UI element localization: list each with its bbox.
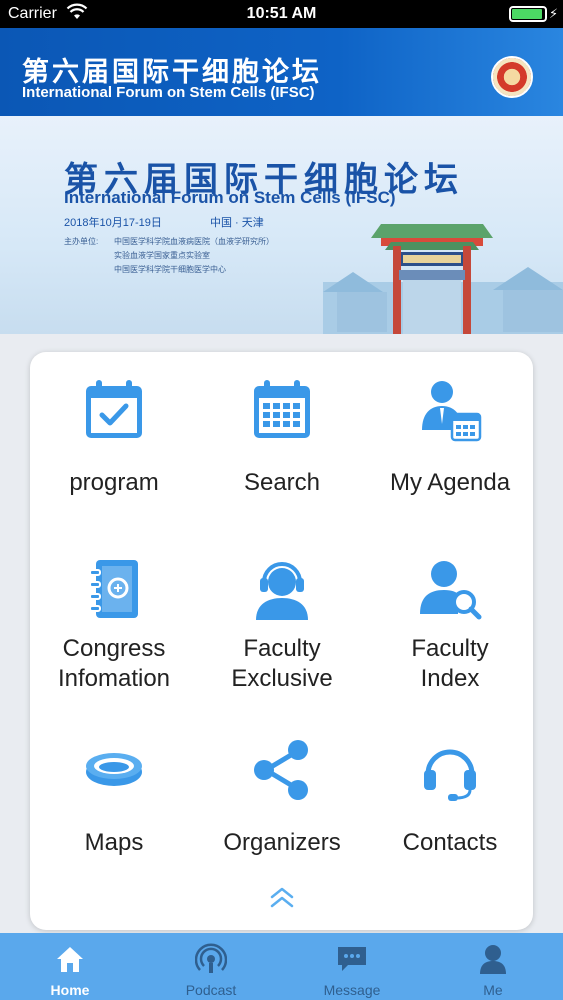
share-icon (254, 740, 308, 800)
menu-item-label: program (69, 469, 159, 496)
menu-item-label: Contacts (402, 829, 498, 856)
stadium-icon (86, 753, 142, 786)
menu-item-label: Organizers (223, 829, 341, 856)
podcast-icon (195, 943, 227, 973)
menu-item-congress-information[interactable]: Congress Infomation (30, 558, 198, 694)
menu-item-contacts[interactable]: Contacts (366, 738, 534, 858)
headset-person-icon (256, 562, 308, 620)
calendar-check-icon (86, 380, 142, 438)
menu-item-label: Infomation (57, 665, 171, 692)
forum-banner: 第六届国际干细胞论坛 International Forum on Stem C… (0, 116, 563, 334)
tab-label: Message (323, 982, 381, 998)
banner-place: 中国 · 天津 (210, 217, 264, 229)
institute-emblem-icon (491, 56, 533, 98)
menu-card: program Search My Agenda Congress Infoma… (30, 352, 533, 930)
menu-item-label: Index (420, 665, 480, 692)
banner-organizers-label: 主办单位: (64, 237, 99, 246)
banner-organizer: 中国医学科学院血液病医院（血液学研究所） (114, 237, 274, 246)
menu-item-program[interactable]: program (30, 378, 198, 498)
menu-item-label: Maps (84, 829, 144, 856)
banner-organizer: 中国医学科学院干细胞医学中心 (114, 265, 226, 274)
tab-message[interactable]: Message (302, 933, 402, 1000)
menu-item-label: Faculty (411, 635, 489, 662)
menu-item-maps[interactable]: Maps (30, 738, 198, 858)
app-header: 第六届国际干细胞论坛 International Forum on Stem C… (0, 28, 563, 116)
user-icon (480, 945, 506, 974)
message-icon (338, 947, 366, 971)
headphones-icon (424, 749, 476, 801)
chevron-up-icon[interactable] (267, 884, 297, 910)
person-search-icon (420, 561, 482, 620)
menu-item-label: Exclusive (231, 665, 333, 692)
menu-item-my-agenda[interactable]: My Agenda (366, 378, 534, 498)
menu-item-label: My Agenda (389, 469, 511, 496)
banner-title-en: International Forum on Stem Cells (IFSC) (64, 188, 396, 207)
tab-podcast[interactable]: Podcast (161, 933, 261, 1000)
tab-bar: Home Podcast Message Me (0, 933, 563, 1000)
menu-item-organizers[interactable]: Organizers (198, 738, 366, 858)
banner-date: 2018年10月17-19日 (64, 217, 162, 229)
header-title-en: International Forum on Stem Cells (IFSC) (22, 84, 315, 101)
clock: 10:51 AM (246, 5, 317, 22)
menu-item-faculty-exclusive[interactable]: Faculty Exclusive (198, 558, 366, 694)
tab-me[interactable]: Me (443, 933, 543, 1000)
notebook-icon (89, 560, 138, 618)
tab-label: Home (50, 982, 90, 998)
calendar-grid-icon (254, 380, 310, 438)
tab-home[interactable]: Home (20, 933, 120, 1000)
tab-label: Podcast (185, 982, 237, 998)
battery-icon: ⚡ (509, 6, 558, 22)
menu-item-label: Faculty (243, 635, 321, 662)
menu-item-search[interactable]: Search (198, 378, 366, 498)
banner-organizer: 实验血液学国家重点实验室 (114, 251, 210, 260)
menu-item-label: Congress (62, 635, 166, 662)
menu-item-label: Search (243, 469, 321, 496)
home-icon (57, 947, 83, 972)
gate-illustration (323, 224, 563, 334)
status-bar: Carrier 10:51 AM ⚡ (0, 0, 563, 28)
tab-label: Me (483, 982, 503, 998)
menu-item-faculty-index[interactable]: Faculty Index (366, 558, 534, 694)
person-calendar-icon (422, 381, 482, 442)
